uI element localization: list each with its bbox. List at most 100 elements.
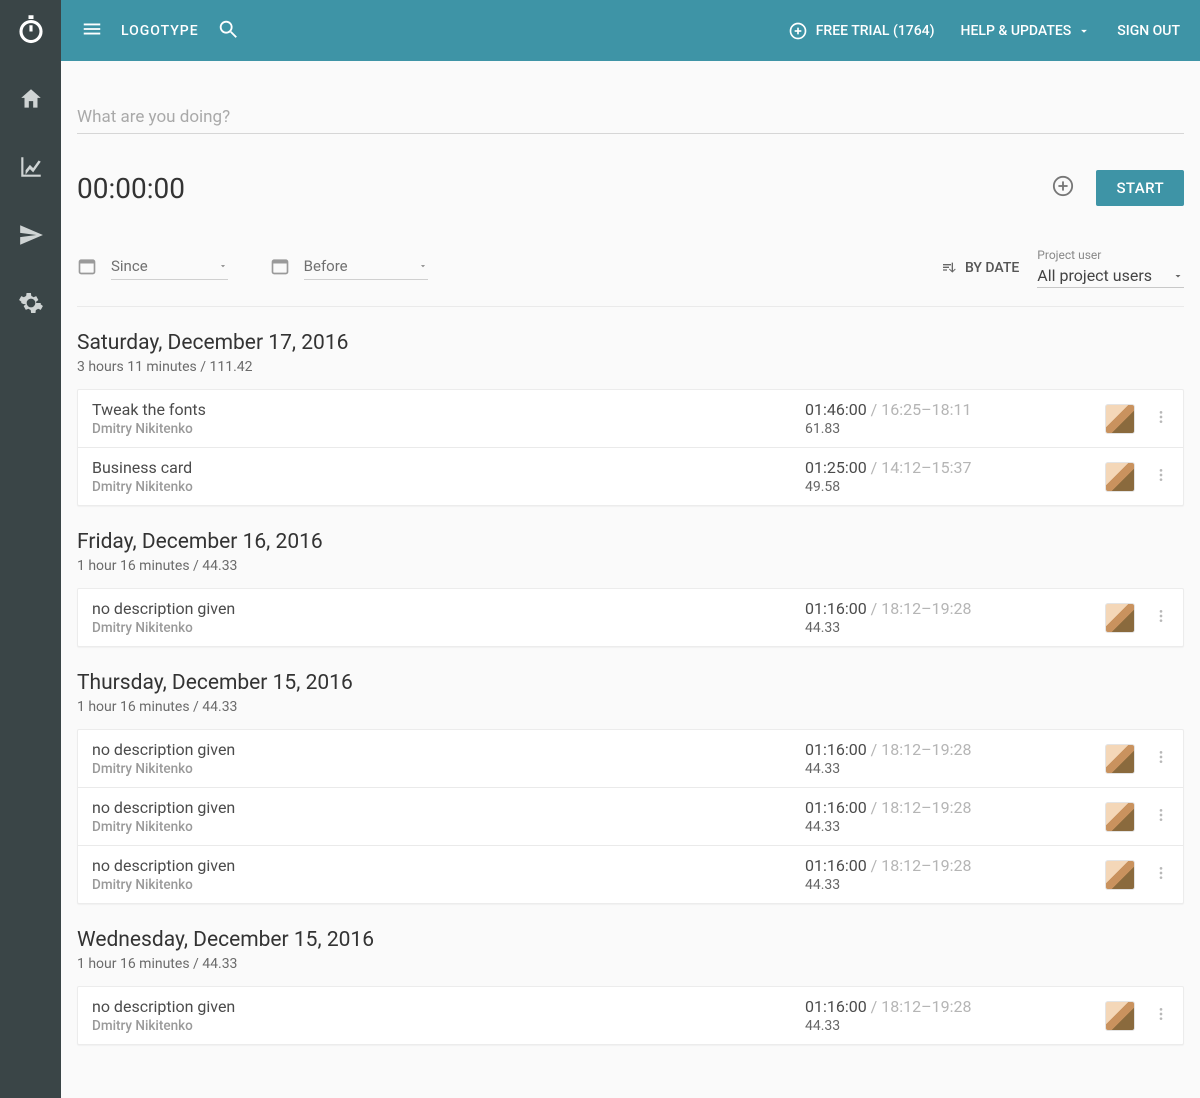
entry-value: 44.33 — [805, 819, 1105, 835]
entry-value: 44.33 — [805, 620, 1105, 636]
help-updates-link[interactable]: HELP & UPDATES — [961, 23, 1092, 39]
entry-value: 49.58 — [805, 479, 1105, 495]
entry-time-range: / 14:12–15:37 — [867, 458, 972, 477]
day-title: Saturday, December 17, 2016 — [77, 331, 1184, 355]
day-title: Wednesday, December 15, 2016 — [77, 928, 1184, 952]
time-entry[interactable]: no description given Dmitry Nikitenko01:1… — [78, 846, 1183, 903]
entry-duration: 01:16:00 — [805, 856, 867, 875]
entry-value: 61.83 — [805, 421, 1105, 437]
more-icon[interactable] — [1153, 1006, 1169, 1026]
more-icon[interactable] — [1153, 865, 1169, 885]
entry-user: Dmitry Nikitenko — [92, 620, 805, 636]
entry-time-range: / 18:12–19:28 — [867, 599, 972, 618]
entry-time-range: / 16:25–18:11 — [867, 400, 972, 419]
avatar[interactable] — [1105, 860, 1135, 890]
entry-user: Dmitry Nikitenko — [92, 877, 805, 893]
entry-title: Tweak the fonts — [92, 400, 805, 419]
entry-value: 44.33 — [805, 1018, 1105, 1034]
day-group: Thursday, December 15, 2016 1 hour 16 min… — [77, 671, 1184, 904]
sort-by-date[interactable]: BY DATE — [941, 260, 1019, 276]
entry-user: Dmitry Nikitenko — [92, 479, 805, 495]
time-entry[interactable]: no description givenDmitry Nikitenko01:1… — [78, 589, 1183, 646]
calendar-before-icon[interactable] — [270, 256, 290, 280]
stopwatch-logo-icon[interactable] — [16, 14, 46, 48]
more-icon[interactable] — [1153, 467, 1169, 487]
more-icon[interactable] — [1153, 608, 1169, 628]
entry-title: no description given — [92, 997, 805, 1016]
topbar: LOGOTYPE FREE TRIAL (1764) HELP & UPDATE… — [61, 0, 1200, 61]
since-select[interactable]: Since — [111, 257, 228, 280]
free-trial-label: FREE TRIAL (1764) — [816, 23, 935, 39]
since-label: Since — [111, 257, 148, 275]
before-label: Before — [304, 257, 348, 275]
entries-list: no description givenDmitry Nikitenko01:1… — [77, 729, 1184, 904]
entry-time-range: / 18:12–19:28 — [867, 740, 972, 759]
menu-icon[interactable] — [81, 18, 103, 44]
time-entry[interactable]: Business card Dmitry Nikitenko01:25:00 / … — [78, 448, 1183, 505]
time-entry[interactable]: no description givenDmitry Nikitenko01:1… — [78, 987, 1183, 1044]
chevron-down-icon — [1077, 24, 1091, 38]
help-updates-label: HELP & UPDATES — [961, 23, 1072, 39]
project-user-value: All project users — [1037, 266, 1152, 285]
dropdown-icon — [218, 261, 228, 271]
avatar[interactable] — [1105, 802, 1135, 832]
project-user-select[interactable]: All project users — [1037, 266, 1184, 288]
entry-duration: 01:16:00 — [805, 740, 867, 759]
entry-title: no description given — [92, 798, 805, 817]
avatar[interactable] — [1105, 1001, 1135, 1031]
calendar-since-icon[interactable] — [77, 256, 97, 280]
entry-user: Dmitry Nikitenko — [92, 421, 805, 437]
entries-list: Tweak the fontsDmitry Nikitenko01:46:00 … — [77, 389, 1184, 506]
time-entry[interactable]: no description given Dmitry Nikitenko01:1… — [78, 788, 1183, 846]
brand-label: LOGOTYPE — [121, 23, 199, 39]
more-icon[interactable] — [1153, 807, 1169, 827]
entry-time-range: / 18:12–19:28 — [867, 856, 972, 875]
avatar[interactable] — [1105, 603, 1135, 633]
send-icon[interactable] — [18, 222, 44, 252]
avatar[interactable] — [1105, 404, 1135, 434]
entry-title: no description given — [92, 856, 805, 875]
entry-user: Dmitry Nikitenko — [92, 761, 805, 777]
entry-title: no description given — [92, 599, 805, 618]
search-icon[interactable] — [217, 18, 239, 44]
day-title: Thursday, December 15, 2016 — [77, 671, 1184, 695]
entry-duration: 01:16:00 — [805, 798, 867, 817]
start-button[interactable]: START — [1096, 170, 1184, 206]
entry-value: 44.33 — [805, 761, 1105, 777]
entry-duration: 01:25:00 — [805, 458, 867, 477]
project-user-label: Project user — [1037, 248, 1184, 262]
time-entry[interactable]: Tweak the fontsDmitry Nikitenko01:46:00 … — [78, 390, 1183, 448]
entries-list: no description givenDmitry Nikitenko01:1… — [77, 588, 1184, 647]
sidebar-nav — [0, 0, 61, 1098]
entry-duration: 01:46:00 — [805, 400, 867, 419]
home-icon[interactable] — [18, 86, 44, 116]
entries-list: no description givenDmitry Nikitenko01:1… — [77, 986, 1184, 1045]
task-input-row — [77, 77, 1184, 134]
timer-display: 00:00:00 — [77, 172, 185, 205]
sort-icon — [941, 260, 957, 276]
entry-user: Dmitry Nikitenko — [92, 1018, 805, 1034]
dropdown-icon — [1172, 270, 1184, 282]
sort-label: BY DATE — [965, 260, 1019, 276]
day-summary: 1 hour 16 minutes / 44.33 — [77, 699, 1184, 715]
avatar[interactable] — [1105, 744, 1135, 774]
entry-user: Dmitry Nikitenko — [92, 819, 805, 835]
sign-out-link[interactable]: SIGN OUT — [1117, 23, 1180, 39]
entry-title: no description given — [92, 740, 805, 759]
chart-icon[interactable] — [18, 154, 44, 184]
more-icon[interactable] — [1153, 749, 1169, 769]
entry-value: 44.33 — [805, 877, 1105, 893]
day-summary: 3 hours 11 minutes / 111.42 — [77, 359, 1184, 375]
time-entry[interactable]: no description given Dmitry Nikitenko01:1… — [78, 730, 1183, 788]
gear-icon[interactable] — [18, 290, 44, 320]
add-entry-icon[interactable] — [1052, 175, 1074, 201]
more-icon[interactable] — [1153, 409, 1169, 429]
day-group: Friday, December 16, 20161 hour 16 minut… — [77, 530, 1184, 647]
day-group: Wednesday, December 15, 20161 hour 16 mi… — [77, 928, 1184, 1045]
task-input[interactable] — [77, 107, 1184, 127]
day-summary: 1 hour 16 minutes / 44.33 — [77, 558, 1184, 574]
entry-title: Business card — [92, 458, 805, 477]
avatar[interactable] — [1105, 462, 1135, 492]
free-trial-link[interactable]: FREE TRIAL (1764) — [788, 21, 935, 41]
before-select[interactable]: Before — [304, 257, 428, 280]
